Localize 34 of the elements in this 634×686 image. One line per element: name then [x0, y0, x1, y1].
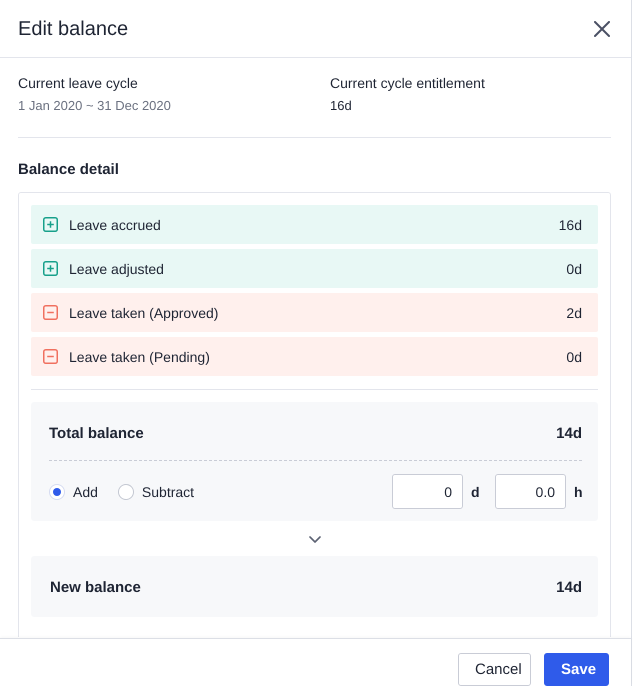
minus-icon	[43, 349, 58, 364]
radio-button[interactable]	[49, 484, 65, 500]
new-balance-label: New balance	[50, 578, 141, 598]
section-heading: Balance detail	[18, 160, 120, 180]
row-value: 0d	[566, 348, 582, 364]
unit-label: d	[471, 484, 479, 500]
minus-icon	[43, 305, 58, 320]
row-label: Leave adjusted	[69, 260, 165, 276]
total-label: Total balance	[49, 424, 144, 444]
close-icon	[594, 20, 610, 36]
radio-label: Add	[73, 484, 98, 500]
number-field[interactable]: 0	[392, 474, 463, 509]
plus-icon	[43, 217, 58, 232]
cancel-button[interactable]: Cancel	[458, 653, 531, 686]
dialog-title: Edit balance	[18, 16, 128, 42]
save-button[interactable]: Save	[544, 653, 609, 686]
radio-button[interactable]	[118, 484, 134, 500]
info-value: 16d	[330, 97, 353, 115]
info-label: Current cycle entitlement	[330, 74, 486, 92]
row-label: Leave taken (Approved)	[69, 304, 220, 320]
info-label: Current leave cycle	[18, 74, 139, 92]
row-label: Leave taken (Pending)	[69, 348, 211, 364]
unit-label: h	[574, 484, 582, 500]
radio-label: Subtract	[142, 484, 194, 500]
total-value: 14d	[556, 424, 582, 444]
new-balance-value: 14d	[556, 578, 582, 598]
number-field[interactable]: 0.0	[495, 474, 566, 509]
row-value: 2d	[566, 304, 582, 320]
row-value: 16d	[558, 216, 582, 232]
info-value: 1 Jan 2020 ~ 31 Dec 2020	[18, 97, 172, 115]
plus-icon	[43, 261, 58, 276]
row-value: 0d	[566, 260, 582, 276]
chevron-down-icon[interactable]	[308, 536, 320, 543]
row-label: Leave accrued	[69, 216, 162, 232]
